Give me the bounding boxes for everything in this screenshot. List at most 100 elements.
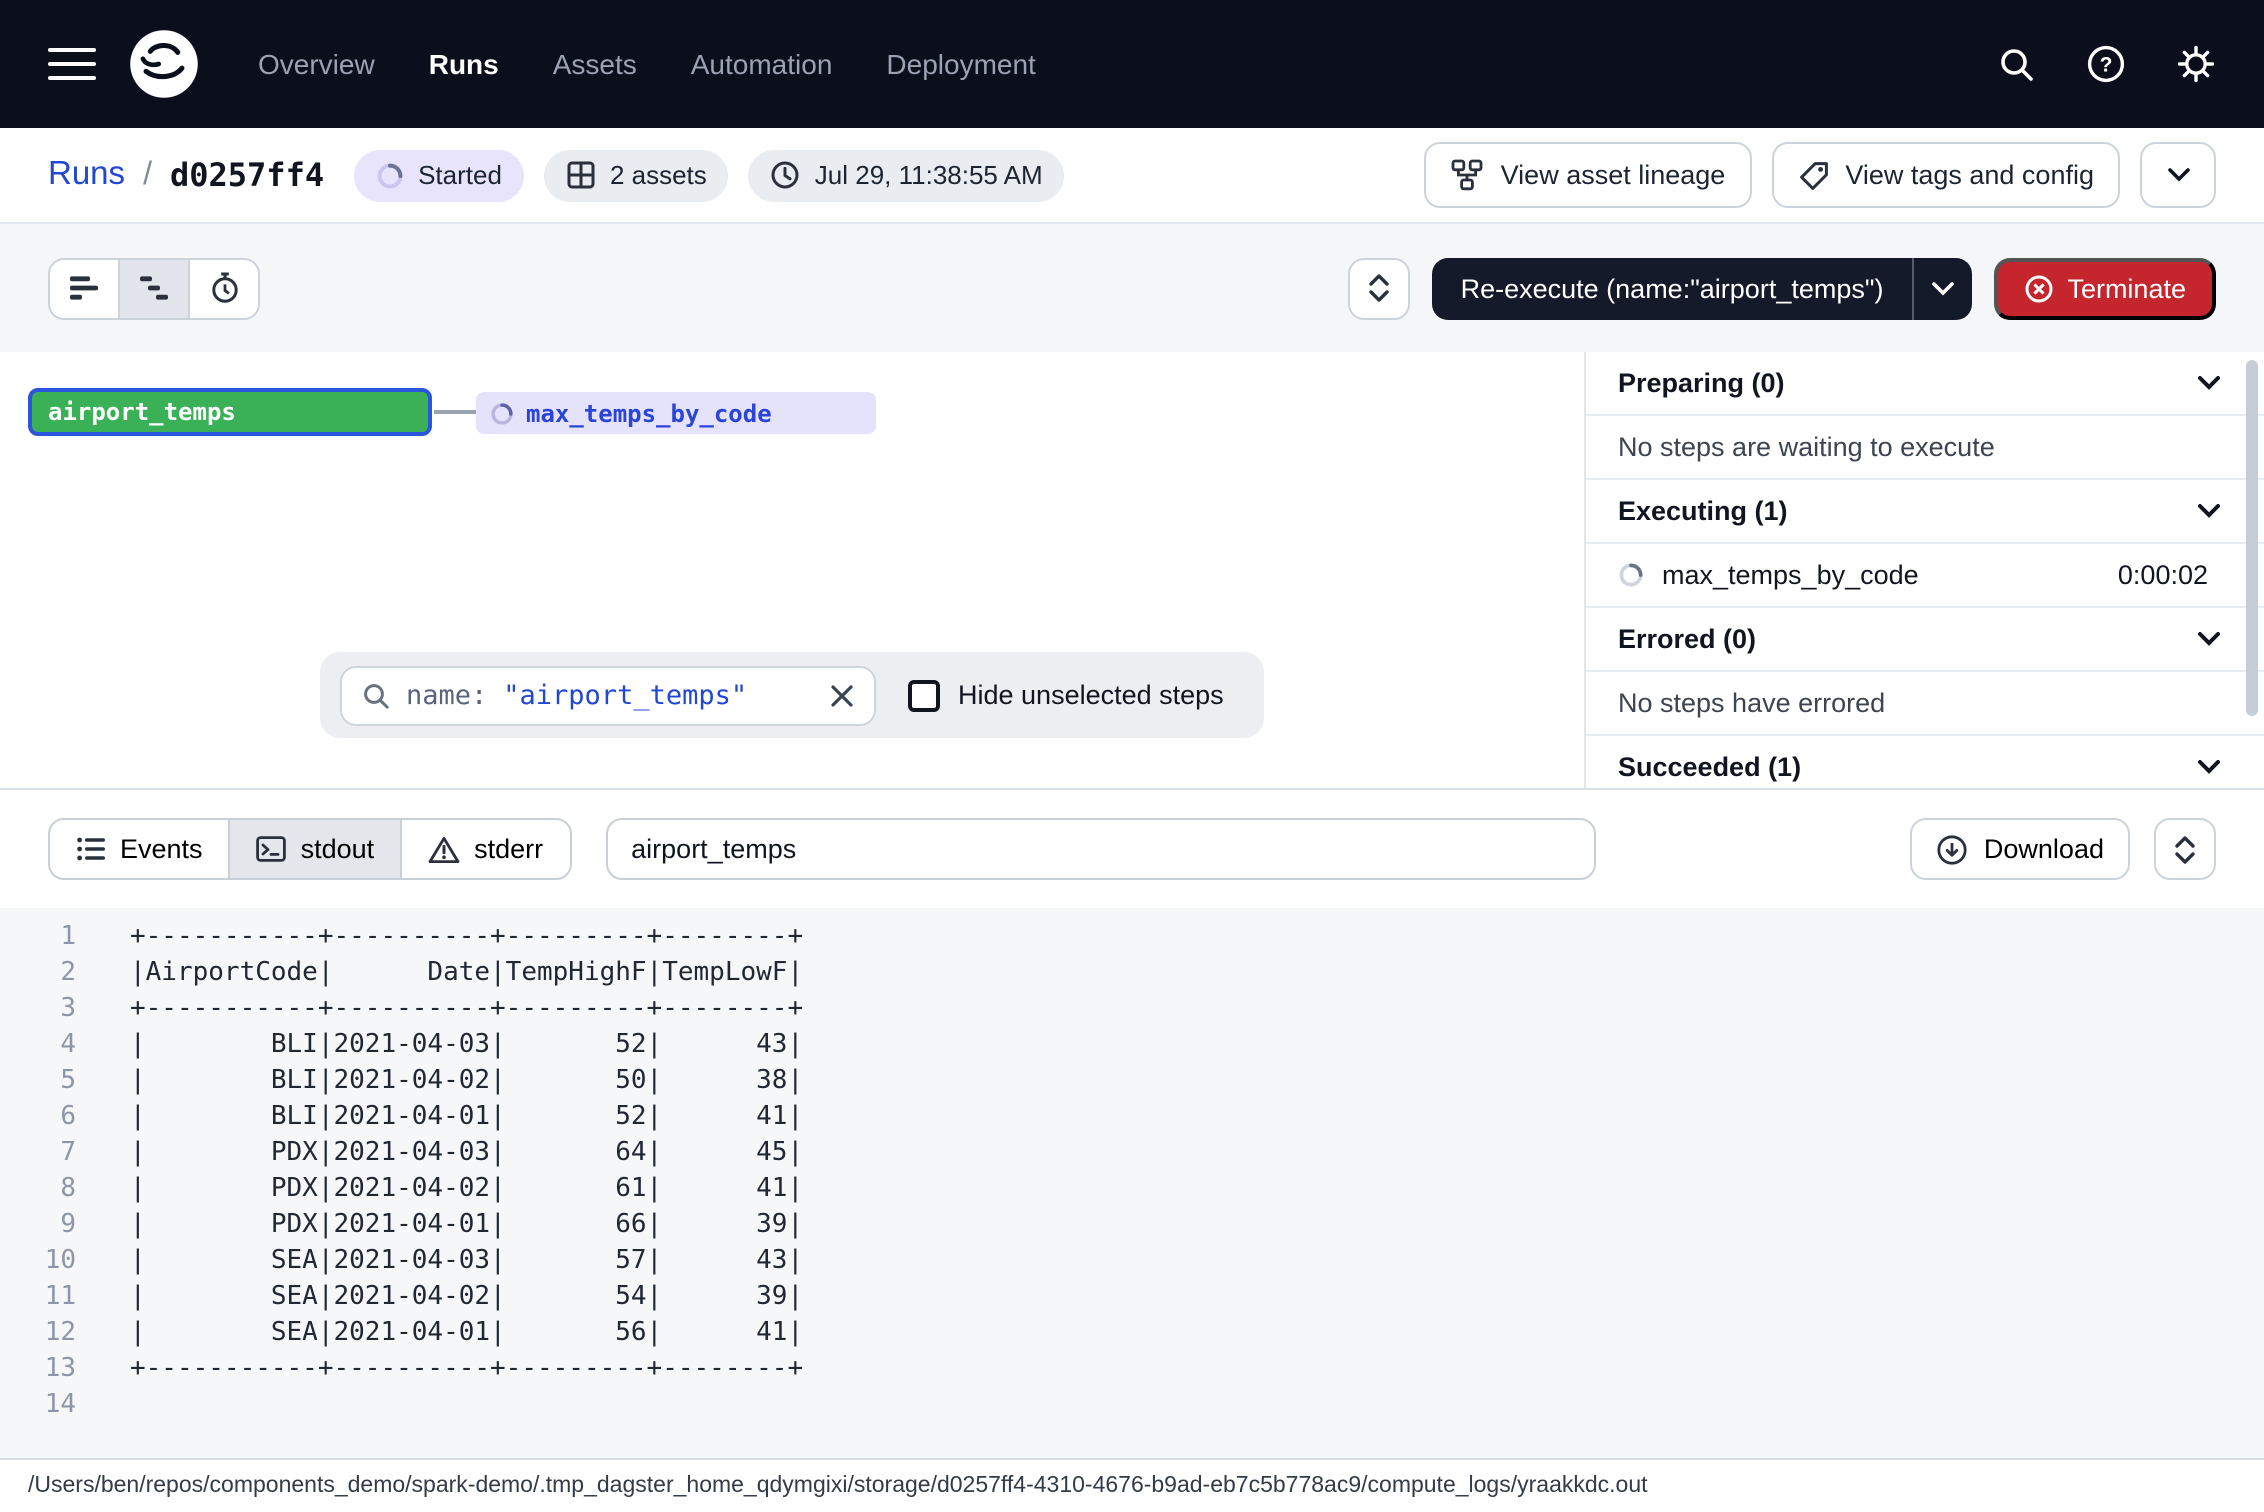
hide-unselected-checkbox[interactable]	[908, 679, 940, 711]
assets-badge[interactable]: 2 assets	[544, 149, 729, 201]
stdout-log-view[interactable]: 1+-----------+----------+---------+-----…	[0, 908, 2264, 1458]
view-asset-lineage-label: View asset lineage	[1501, 160, 1726, 190]
grid-icon	[566, 160, 596, 190]
top-nav: Overview Runs Assets Automation Deployme…	[0, 0, 2264, 128]
line-content: | PDX|2021-04-02| 61| 41|	[130, 1172, 803, 1208]
nav-automation[interactable]: Automation	[691, 48, 833, 80]
line-content: | BLI|2021-04-03| 52| 43|	[130, 1028, 803, 1064]
preparing-empty-row: No steps are waiting to execute	[1586, 416, 2264, 480]
reexecute-dropdown[interactable]	[1911, 257, 1971, 319]
line-number: 12	[0, 1316, 76, 1352]
step-query-input[interactable]: name:"airport_temps"	[340, 665, 876, 725]
section-title: Executing (1)	[1618, 496, 1788, 526]
step-elapsed-time: 0:00:02	[2118, 560, 2208, 590]
log-filter-input[interactable]	[605, 818, 1595, 880]
step-node-airport-temps[interactable]: airport_temps	[28, 388, 432, 436]
nav-deployment[interactable]: Deployment	[886, 48, 1035, 80]
line-number: 8	[0, 1172, 76, 1208]
hide-unselected-control[interactable]: Hide unselected steps	[908, 679, 1224, 711]
hide-unselected-label: Hide unselected steps	[958, 680, 1224, 710]
chevron-down-icon	[2198, 760, 2220, 774]
view-asset-lineage-button[interactable]: View asset lineage	[1425, 142, 1752, 208]
gear-icon[interactable]	[2176, 44, 2216, 84]
expand-collapse-icon	[2174, 833, 2196, 865]
log-line: 2|AirportCode| Date|TempHighF|TempLowF|	[0, 956, 2264, 992]
line-content: | SEA|2021-04-02| 54| 39|	[130, 1280, 803, 1316]
log-line: 6| BLI|2021-04-01| 52| 41|	[0, 1100, 2264, 1136]
chevron-down-icon	[2167, 168, 2189, 182]
cancel-circle-icon	[2023, 273, 2053, 303]
expand-log-button[interactable]	[2154, 818, 2216, 880]
run-toolbar-actions: Re-execute (name:"airport_temps") Termin…	[1349, 257, 2216, 319]
view-tags-config-button[interactable]: View tags and config	[1771, 142, 2120, 208]
panel-section-preparing[interactable]: Preparing (0)	[1586, 352, 2264, 416]
tab-stderr-label: stderr	[474, 834, 543, 864]
run-id: d0257ff4	[170, 156, 324, 194]
download-icon	[1936, 833, 1968, 865]
empty-message: No steps are waiting to execute	[1618, 432, 1995, 462]
timer-view-button[interactable]	[188, 257, 260, 319]
log-line: 5| BLI|2021-04-02| 50| 38|	[0, 1064, 2264, 1100]
line-number: 7	[0, 1136, 76, 1172]
tag-icon	[1797, 159, 1829, 191]
panel-scrollbar[interactable]	[2246, 360, 2258, 716]
line-content: +-----------+----------+---------+------…	[130, 992, 803, 1028]
expand-gantt-button[interactable]	[1349, 257, 1411, 319]
step-node-label: airport_temps	[48, 398, 236, 426]
nav-icon-group: ?	[1998, 44, 2216, 84]
line-content: +-----------+----------+---------+------…	[130, 920, 803, 956]
primary-nav: Overview Runs Assets Automation Deployme…	[258, 48, 1036, 80]
section-title: Errored (0)	[1618, 624, 1756, 654]
menu-icon[interactable]	[48, 47, 96, 81]
section-title: Succeeded (1)	[1618, 752, 1801, 782]
panel-section-succeeded[interactable]: Succeeded (1)	[1586, 736, 2264, 788]
line-number: 5	[0, 1064, 76, 1100]
download-button[interactable]: Download	[1910, 818, 2130, 880]
step-name: max_temps_by_code	[1662, 560, 1919, 590]
terminate-button[interactable]: Terminate	[1993, 257, 2216, 319]
line-content: | SEA|2021-04-01| 56| 41|	[130, 1316, 803, 1352]
run-toolbar: Re-execute (name:"airport_temps") Termin…	[0, 224, 2264, 352]
query-field: name:	[406, 679, 487, 711]
dagster-logo[interactable]	[126, 26, 202, 102]
panel-section-errored[interactable]: Errored (0)	[1586, 608, 2264, 672]
reexecute-button[interactable]: Re-execute (name:"airport_temps")	[1433, 257, 1972, 319]
tab-events[interactable]: Events	[48, 818, 231, 880]
breadcrumb-runs-link[interactable]: Runs	[48, 156, 125, 194]
log-line: 11 | SEA|2021-04-02| 54| 39|	[0, 1280, 2264, 1316]
gantt-flat-view-button[interactable]	[48, 257, 120, 319]
panel-section-executing[interactable]: Executing (1)	[1586, 480, 2264, 544]
search-icon[interactable]	[1998, 45, 2036, 83]
chevron-down-icon	[1931, 281, 1953, 295]
line-number: 11	[0, 1280, 76, 1316]
gantt-waterfall-view-button[interactable]	[118, 257, 190, 319]
line-number: 4	[0, 1028, 76, 1064]
nav-overview[interactable]: Overview	[258, 48, 375, 80]
nav-assets[interactable]: Assets	[553, 48, 637, 80]
view-tags-config-label: View tags and config	[1845, 160, 2094, 190]
dependency-edge	[434, 410, 476, 414]
nav-runs[interactable]: Runs	[429, 48, 499, 80]
line-number: 10	[0, 1244, 76, 1280]
help-icon[interactable]: ?	[2086, 44, 2126, 84]
line-content: | PDX|2021-04-01| 66| 39|	[130, 1208, 803, 1244]
tab-stdout[interactable]: stdout	[229, 818, 403, 880]
errored-empty-row: No steps have errored	[1586, 672, 2264, 736]
timestamp-badge: Jul 29, 11:38:55 AM	[749, 149, 1065, 201]
section-title: Preparing (0)	[1618, 368, 1785, 398]
clock-icon	[771, 160, 801, 190]
chevron-down-icon	[2198, 376, 2220, 390]
run-more-actions-button[interactable]	[2140, 142, 2216, 208]
expand-collapse-icon	[1369, 272, 1391, 304]
clear-query-icon[interactable]	[830, 683, 854, 707]
log-tabs: Events stdout stderr	[48, 818, 571, 880]
tab-events-label: Events	[120, 834, 203, 864]
tab-stderr[interactable]: stderr	[400, 818, 571, 880]
step-node-max-temps-by-code[interactable]: max_temps_by_code	[476, 392, 876, 434]
spinner-icon	[376, 161, 404, 189]
run-header: Runs / d0257ff4 Started 2 assets Jul 29,…	[0, 128, 2264, 224]
terminate-label: Terminate	[2067, 273, 2186, 303]
executing-step-row[interactable]: max_temps_by_code 0:00:02	[1586, 544, 2264, 608]
stopwatch-icon	[209, 272, 239, 304]
log-line: 9| PDX|2021-04-01| 66| 39|	[0, 1208, 2264, 1244]
